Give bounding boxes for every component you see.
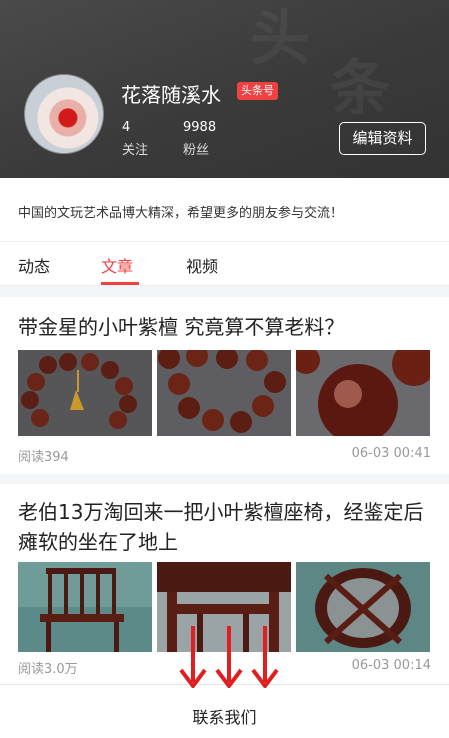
tab-bar: 动态 文章 视频	[0, 242, 449, 286]
followers-count[interactable]: 9988	[183, 120, 216, 135]
following-count[interactable]: 4	[122, 120, 130, 135]
tab-articles[interactable]: 文章	[101, 253, 133, 277]
read-count: 阅读394	[18, 450, 69, 465]
contact-us-button[interactable]: 联系我们	[0, 704, 449, 728]
active-tab-indicator	[101, 282, 139, 285]
edit-profile-button[interactable]: 编辑资料	[339, 122, 426, 155]
publish-time: 06-03 00:14	[351, 658, 431, 673]
article-title[interactable]: 带金星的小叶紫檀 究竟算不算老料？	[18, 312, 432, 342]
article-thumbnail[interactable]	[296, 562, 430, 652]
profile-header: 头 条 花落随溪水 头条号 4 关注 9988 粉丝 编辑资料	[0, 0, 449, 178]
article-thumbnail[interactable]	[157, 350, 291, 436]
publish-time: 06-03 00:41	[351, 446, 431, 461]
article-title[interactable]: 老伯13万淘回来一把小叶紫檀座椅，经鉴定后 瘫软的坐在了地上	[18, 497, 432, 557]
tab-dynamic[interactable]: 动态	[18, 253, 50, 277]
following-label[interactable]: 关注	[122, 139, 148, 158]
arrow-down-icon	[215, 626, 243, 688]
article-thumbnail[interactable]	[296, 350, 430, 436]
tab-videos[interactable]: 视频	[186, 253, 218, 277]
article-card[interactable]: 带金星的小叶紫檀 究竟算不算老料？ 阅读394 06-03 00:41	[0, 297, 449, 474]
arrow-down-icon	[251, 626, 279, 688]
profile-intro: 中国的文玩艺术品博大精深，希望更多的朋友参与交流！	[0, 178, 449, 242]
username: 花落随溪水	[121, 83, 221, 107]
followers-label[interactable]: 粉丝	[183, 139, 209, 158]
contact-bar[interactable]: 联系我们	[0, 684, 449, 738]
arrow-down-icon	[179, 626, 207, 688]
toutiao-badge: 头条号	[237, 82, 278, 100]
intro-text: 中国的文玩艺术品博大精深，希望更多的朋友参与交流！	[18, 206, 344, 221]
read-count: 阅读3.0万	[18, 662, 78, 677]
article-thumbnail[interactable]	[18, 350, 152, 436]
article-thumbnail[interactable]	[18, 562, 152, 652]
avatar[interactable]	[24, 74, 104, 154]
